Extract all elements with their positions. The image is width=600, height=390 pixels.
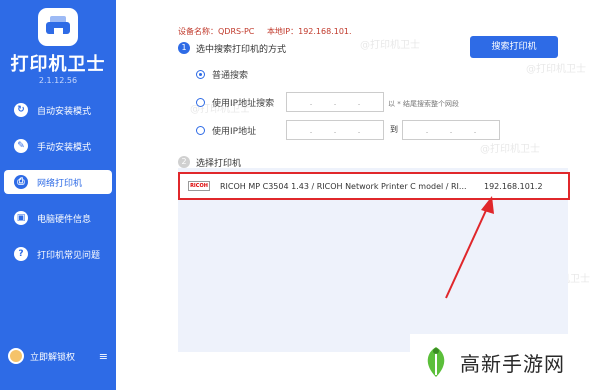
brand-leaf-logo-icon xyxy=(427,347,445,377)
annotation-arrow-icon xyxy=(445,196,494,299)
brand-badge-text: 高新手游网 xyxy=(460,351,565,376)
brand-badge: 高新手游网 xyxy=(410,334,600,390)
